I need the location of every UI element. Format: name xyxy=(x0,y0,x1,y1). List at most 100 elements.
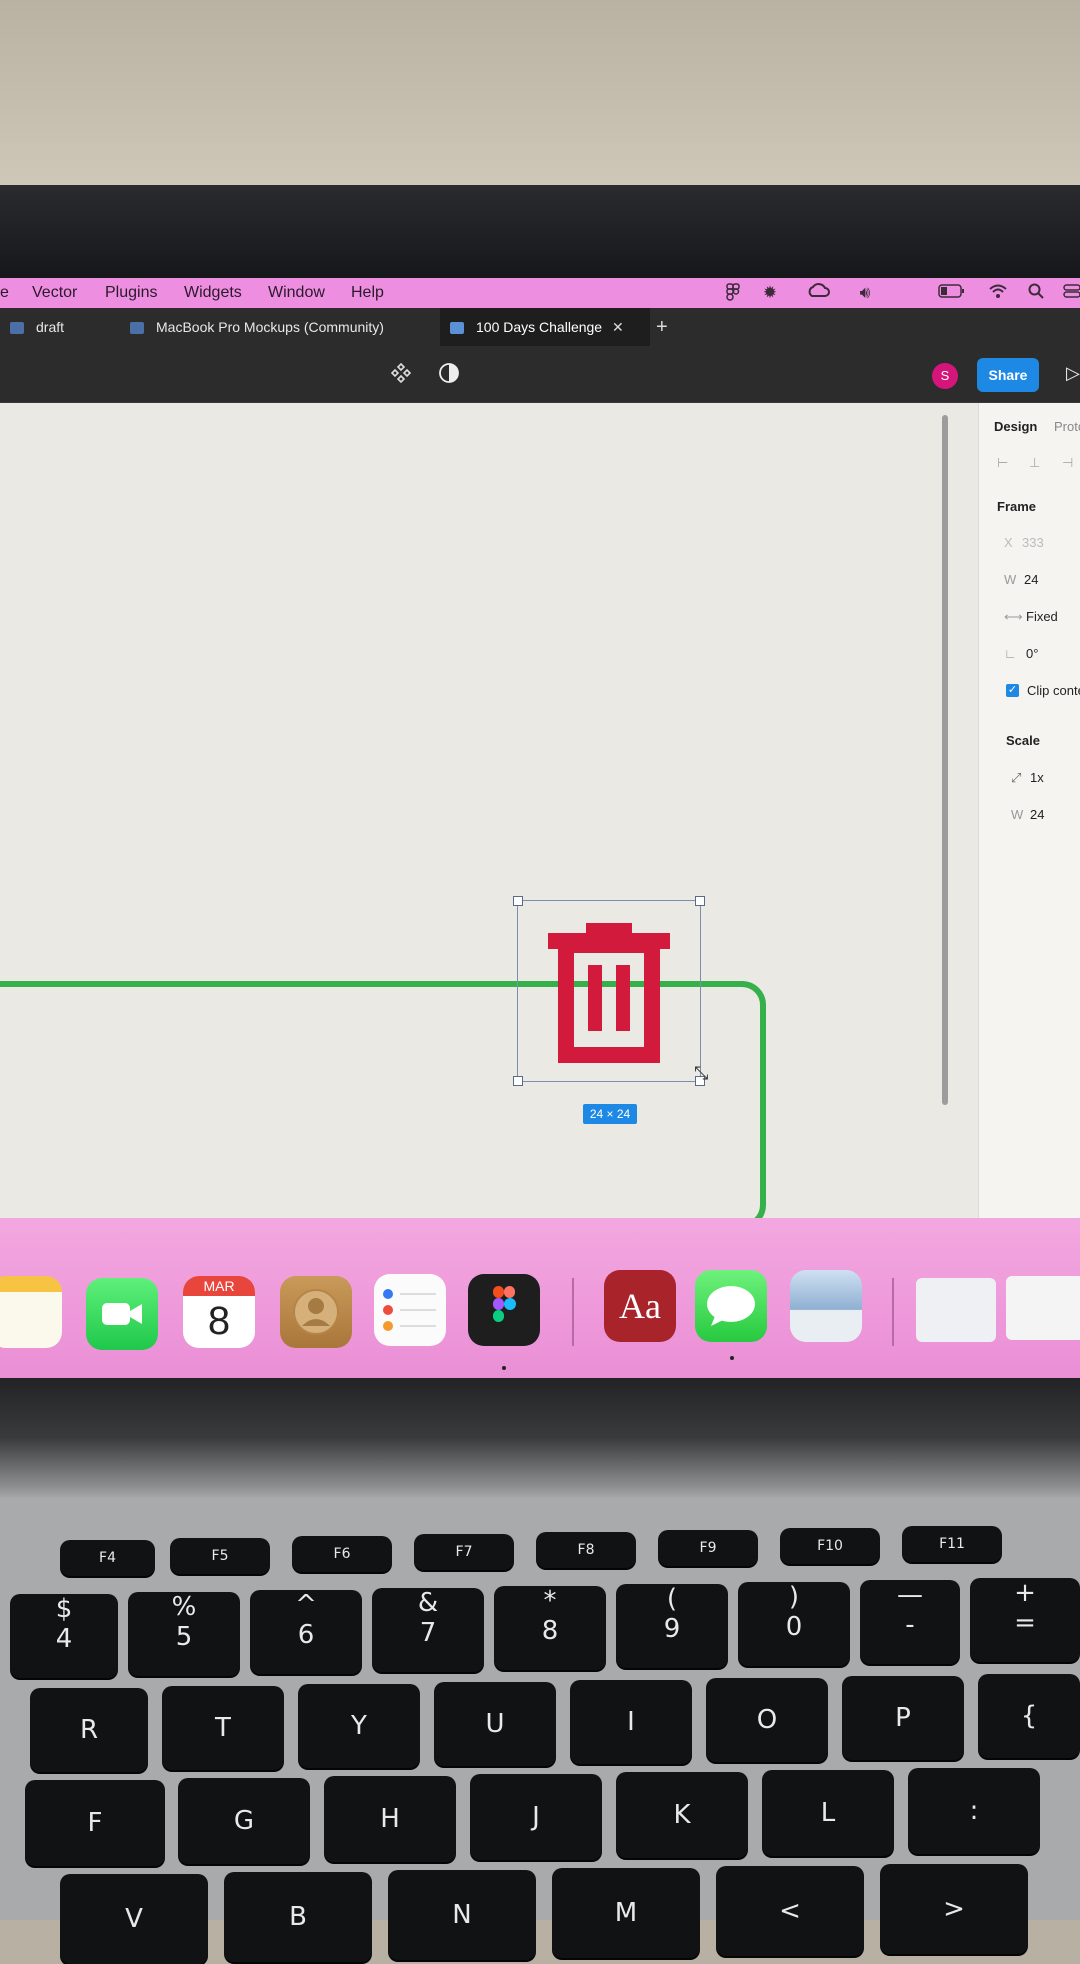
close-tab-icon[interactable]: ✕ xyxy=(612,308,624,346)
notes-app-icon[interactable] xyxy=(0,1276,62,1348)
scale-w-value[interactable]: 24 xyxy=(1030,807,1044,822)
align-center-icon[interactable]: ⊥ xyxy=(1029,455,1040,471)
key-f9[interactable]: F9 xyxy=(658,1530,758,1566)
key-minus[interactable]: — - xyxy=(860,1580,960,1664)
key-6[interactable]: ^ 6 xyxy=(250,1590,362,1674)
creative-cloud-icon[interactable] xyxy=(805,283,831,303)
contrast-mode-icon[interactable] xyxy=(438,362,460,389)
key-f4[interactable]: F4 xyxy=(60,1540,155,1576)
key-f8[interactable]: F8 xyxy=(536,1532,636,1568)
dictionary-app-icon[interactable]: Aa xyxy=(604,1270,676,1342)
search-icon[interactable] xyxy=(1026,283,1046,303)
key-p[interactable]: P xyxy=(842,1676,964,1760)
volume-icon[interactable]: 🔊︎ xyxy=(855,283,875,303)
reminders-app-icon[interactable] xyxy=(374,1274,446,1346)
key-f[interactable]: F xyxy=(25,1780,165,1866)
key-4[interactable]: $4 xyxy=(10,1594,118,1678)
key-b[interactable]: B xyxy=(224,1872,372,1962)
component-icon[interactable] xyxy=(390,362,412,389)
wifi-icon[interactable] xyxy=(988,283,1008,303)
brightness-icon[interactable]: ✹ xyxy=(760,283,780,303)
tab-draft[interactable]: draft xyxy=(10,308,120,346)
scale-value[interactable]: 1x xyxy=(1030,770,1044,785)
align-left-icon[interactable]: ⊢ xyxy=(997,455,1008,471)
figma-menubar-icon[interactable] xyxy=(723,283,743,303)
key-f11[interactable]: F11 xyxy=(902,1526,1002,1562)
key-8[interactable]: * 8 xyxy=(494,1586,606,1670)
vertical-scrollbar[interactable] xyxy=(942,415,948,1105)
scale-w-label: W xyxy=(1011,807,1024,822)
resize-handle-top-right[interactable] xyxy=(695,896,705,906)
tab-prototype[interactable]: Prototyp xyxy=(1054,419,1080,434)
preview-app-icon[interactable] xyxy=(790,1270,862,1342)
key-k[interactable]: K xyxy=(616,1772,748,1858)
key-r[interactable]: R xyxy=(30,1688,148,1772)
key-7[interactable]: & 7 xyxy=(372,1588,484,1672)
key-u[interactable]: U xyxy=(434,1682,556,1766)
key-left-brace[interactable]: { xyxy=(978,1674,1080,1758)
recent-window-thumbnail[interactable] xyxy=(916,1278,996,1342)
tab-design[interactable]: Design xyxy=(994,419,1037,434)
menu-item-window[interactable]: Window xyxy=(268,284,325,302)
scale-label: Scale xyxy=(1006,733,1040,748)
messages-app-icon[interactable] xyxy=(695,1270,767,1342)
key-f7[interactable]: F7 xyxy=(414,1534,514,1570)
control-center-icon[interactable] xyxy=(1062,283,1080,303)
tab-100-days-challenge[interactable]: 100 Days Challenge ✕ xyxy=(440,308,650,346)
key-v[interactable]: V xyxy=(60,1874,208,1964)
add-tab-button[interactable]: + xyxy=(656,308,668,346)
key-n[interactable]: N xyxy=(388,1870,536,1960)
share-button[interactable]: Share xyxy=(977,358,1039,392)
key-f10[interactable]: F10 xyxy=(780,1528,880,1564)
key-5[interactable]: % 5 xyxy=(128,1592,240,1676)
battery-icon[interactable] xyxy=(938,283,966,303)
w-value[interactable]: 24 xyxy=(1024,572,1038,587)
resizing-dropdown[interactable]: Fixed xyxy=(1026,609,1058,624)
key-f6[interactable]: F6 xyxy=(292,1536,392,1572)
key-m[interactable]: M xyxy=(552,1868,700,1958)
tab-macbook-pro-mockups[interactable]: MacBook Pro Mockups (Community) xyxy=(130,308,420,346)
contacts-app-icon[interactable] xyxy=(280,1276,352,1348)
menu-item-vector[interactable]: Vector xyxy=(32,284,77,302)
rotation-icon: ∟ xyxy=(1004,646,1017,661)
resize-handle-top-left[interactable] xyxy=(513,896,523,906)
key-j[interactable]: J xyxy=(470,1774,602,1860)
key-i[interactable]: I xyxy=(570,1680,692,1764)
messages-running-indicator xyxy=(730,1356,734,1360)
menu-item-plugins[interactable]: Plugins xyxy=(105,284,157,302)
key-y[interactable]: Y xyxy=(298,1684,420,1768)
key-g[interactable]: G xyxy=(178,1778,310,1864)
menu-item-widgets[interactable]: Widgets xyxy=(184,284,242,302)
laptop-bezel-top xyxy=(0,185,1080,280)
align-right-icon[interactable]: ⊣ xyxy=(1062,455,1073,471)
key-l[interactable]: L xyxy=(762,1770,894,1856)
key-0[interactable]: ) 0 xyxy=(738,1582,850,1666)
rotation-value[interactable]: 0° xyxy=(1026,646,1038,661)
selection-box[interactable] xyxy=(513,896,705,1086)
key-equals[interactable]: + = xyxy=(970,1578,1080,1662)
figma-app-icon[interactable] xyxy=(468,1274,540,1346)
key-t[interactable]: T xyxy=(162,1686,284,1770)
avatar[interactable]: S xyxy=(932,363,958,389)
resize-handle-bottom-left[interactable] xyxy=(513,1076,523,1086)
laptop-hinge xyxy=(0,1378,1080,1498)
frame-label[interactable]: Frame xyxy=(997,499,1036,514)
key-9[interactable]: (9 xyxy=(616,1584,728,1668)
trash-icon xyxy=(548,923,670,1068)
key-h[interactable]: H xyxy=(324,1776,456,1862)
menu-item-edit[interactable]: e xyxy=(0,284,9,302)
key-o[interactable]: O xyxy=(706,1678,828,1762)
tab-label: draft xyxy=(36,319,65,335)
clip-content-checkbox[interactable]: ✓ xyxy=(1006,684,1019,697)
key-colon[interactable]: : xyxy=(908,1768,1040,1854)
laptop-screen: e Vector Plugins Widgets Window Help ✹ 🔊… xyxy=(0,278,1080,1378)
key-f5[interactable]: F5 xyxy=(170,1538,270,1574)
menu-item-help[interactable]: Help xyxy=(351,284,384,302)
recent-window-thumbnail[interactable] xyxy=(1006,1276,1080,1340)
calendar-app-icon[interactable]: MAR 8 xyxy=(183,1276,255,1348)
present-button[interactable]: ▷ xyxy=(1066,363,1080,384)
facetime-app-icon[interactable] xyxy=(86,1278,158,1350)
x-value[interactable]: 333 xyxy=(1022,535,1044,550)
key-comma[interactable]: < xyxy=(716,1866,864,1956)
key-period[interactable]: > xyxy=(880,1864,1028,1954)
